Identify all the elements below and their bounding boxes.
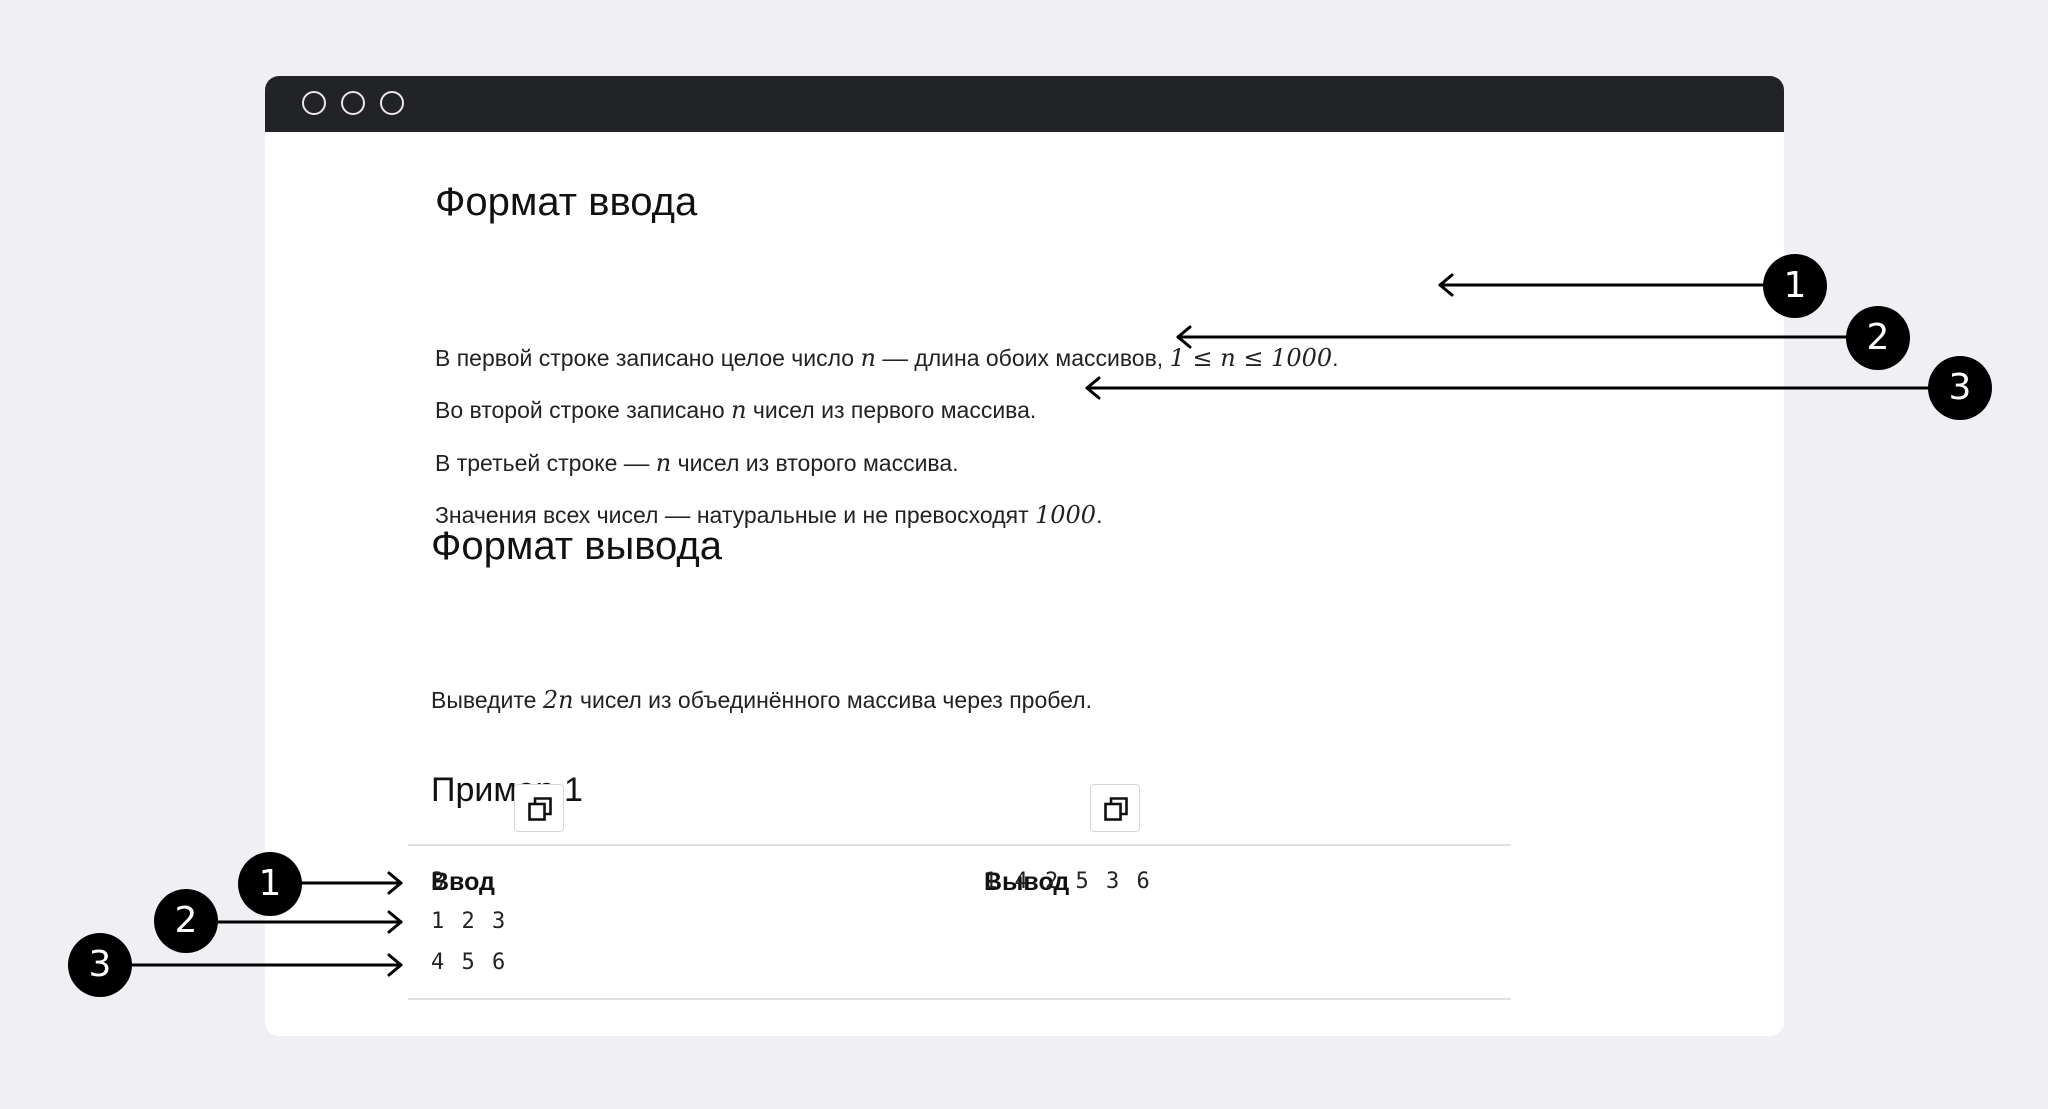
annotation-badge-left-3: 3: [68, 933, 132, 997]
annotation-badge-left-1: 1: [238, 852, 302, 916]
annotation-badge-right-3: 3: [1928, 356, 1992, 420]
annotation-arrows: [130, 273, 1931, 977]
annotation-badge-right-1: 1: [1763, 254, 1827, 318]
annotation-badge-right-2: 2: [1846, 306, 1910, 370]
annotation-badge-left-2: 2: [154, 889, 218, 953]
